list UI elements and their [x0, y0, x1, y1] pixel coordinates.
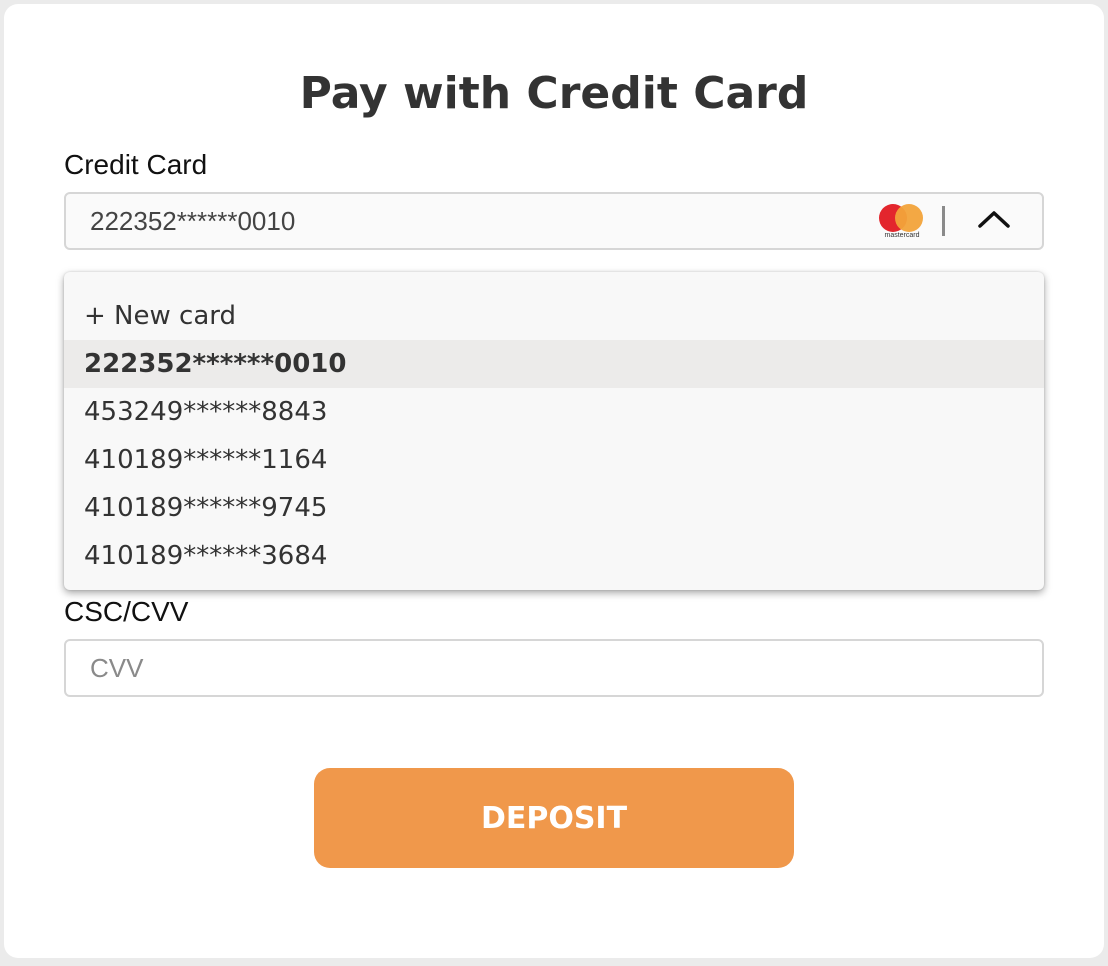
credit-card-label: Credit Card: [64, 149, 208, 180]
credit-card-select[interactable]: 222352******0010 mastercard: [64, 192, 1044, 250]
select-divider: [942, 206, 945, 236]
credit-card-selected-value: 222352******0010: [90, 206, 296, 236]
dropdown-option[interactable]: 410189******3684: [64, 532, 1044, 580]
page-title: Pay with Credit Card: [299, 68, 809, 119]
mastercard-icon: mastercard: [876, 204, 928, 240]
mastercard-logo-text: mastercard: [884, 232, 920, 239]
dropdown-option[interactable]: 222352******0010: [64, 340, 1044, 388]
dropdown-option-new-card[interactable]: + New card: [64, 292, 1044, 340]
chevron-up-icon[interactable]: [974, 202, 1014, 238]
payment-card: Pay with Credit Card Credit Card 222352*…: [4, 4, 1104, 958]
dropdown-option[interactable]: 410189******9745: [64, 484, 1044, 532]
deposit-button[interactable]: DEPOSIT: [314, 768, 794, 868]
dropdown-option[interactable]: 453249******8843: [64, 388, 1044, 436]
cvv-label: CSC/CVV: [64, 596, 189, 627]
credit-card-dropdown-menu: + New card 222352******0010 453249******…: [64, 272, 1044, 590]
cvv-input[interactable]: [64, 639, 1044, 697]
dropdown-option[interactable]: 410189******1164: [64, 436, 1044, 484]
